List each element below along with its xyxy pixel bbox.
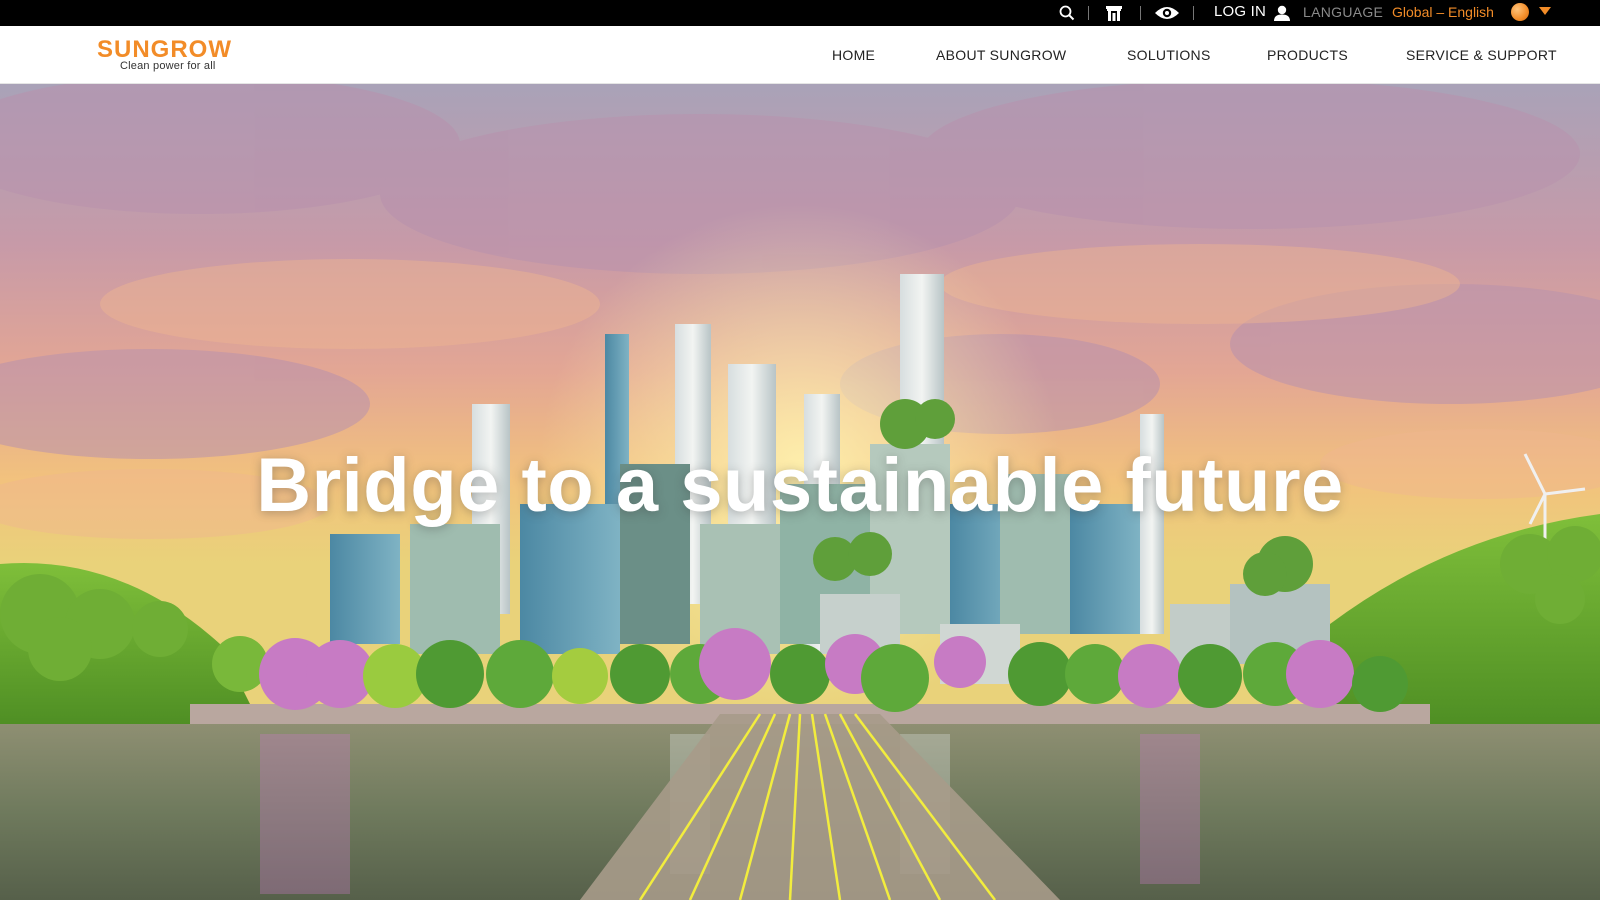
language-label: LANGUAGE bbox=[1303, 4, 1384, 20]
nav-item-service-support[interactable]: SERVICE & SUPPORT bbox=[1406, 26, 1557, 84]
globe-icon[interactable] bbox=[1511, 3, 1529, 21]
hero-banner: Bridge to a sustainable future bbox=[0, 84, 1600, 900]
utility-bar: LOG IN LANGUAGE Global – English bbox=[0, 0, 1600, 26]
nav-item-about-sungrow[interactable]: ABOUT SUNGROW bbox=[936, 26, 1066, 84]
store-icon[interactable] bbox=[1103, 0, 1125, 26]
login-link[interactable]: LOG IN bbox=[1214, 0, 1266, 26]
divider bbox=[1088, 6, 1089, 20]
language-selector[interactable]: Global – English bbox=[1392, 0, 1494, 26]
divider bbox=[1140, 6, 1141, 20]
caret-down-icon[interactable] bbox=[1539, 7, 1551, 15]
nav-item-products[interactable]: PRODUCTS bbox=[1267, 26, 1348, 84]
divider bbox=[1193, 6, 1194, 20]
main-nav: HOME ABOUT SUNGROW SOLUTIONS PRODUCTS SE… bbox=[0, 26, 1600, 84]
search-icon[interactable] bbox=[1056, 0, 1078, 26]
hero-title: Bridge to a sustainable future bbox=[256, 443, 1344, 528]
user-icon[interactable] bbox=[1272, 0, 1292, 26]
nav-item-solutions[interactable]: SOLUTIONS bbox=[1127, 26, 1211, 84]
nav-item-home[interactable]: HOME bbox=[832, 26, 875, 84]
eye-icon[interactable] bbox=[1153, 0, 1181, 26]
